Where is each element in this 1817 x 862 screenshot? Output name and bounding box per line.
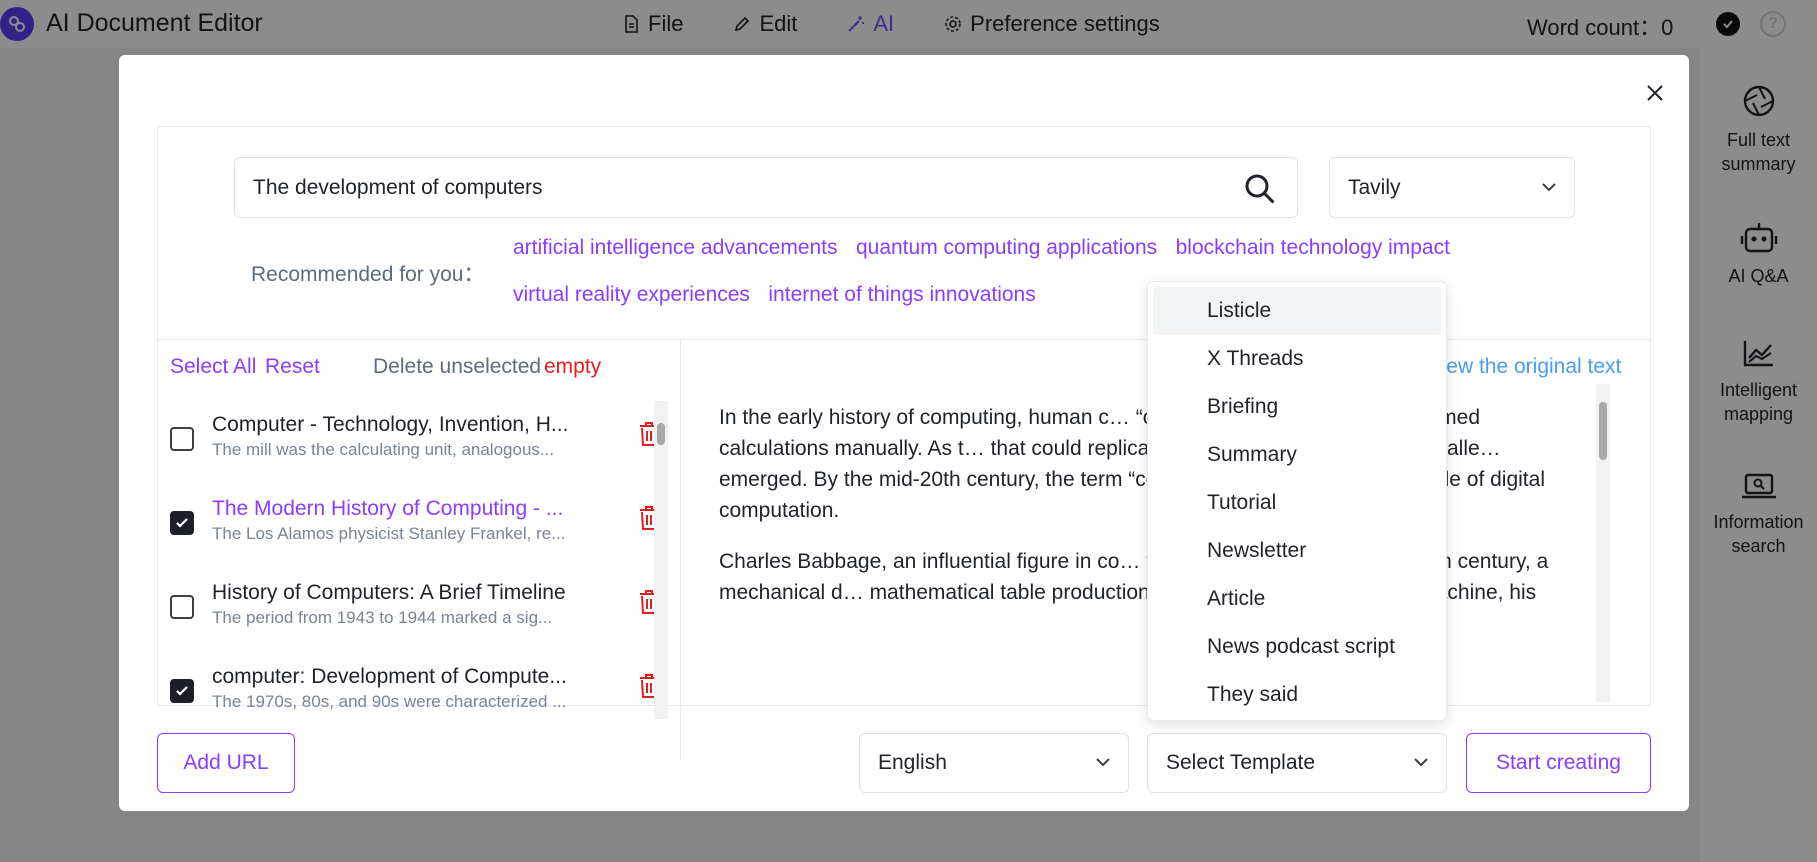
empty-button[interactable]: empty bbox=[544, 355, 601, 379]
delete-unselected-button[interactable]: Delete unselected bbox=[373, 355, 541, 379]
result-checkbox[interactable] bbox=[170, 595, 194, 619]
result-snippet: The 1970s, 80s, and 90s were characteriz… bbox=[212, 692, 567, 711]
language-select[interactable]: English bbox=[859, 733, 1129, 793]
list-actions: Select All Reset Delete unselected empty bbox=[170, 355, 670, 385]
search-input[interactable] bbox=[253, 175, 1233, 200]
template-select[interactable]: Select Template bbox=[1147, 733, 1447, 793]
list-item[interactable]: Computer - Technology, Invention, H... T… bbox=[170, 415, 660, 475]
search-engine-value: Tavily bbox=[1348, 175, 1401, 199]
result-title[interactable]: computer: Development of Compute... bbox=[212, 665, 602, 689]
chevron-down-icon bbox=[1096, 758, 1110, 767]
view-original-link[interactable]: View the original text bbox=[1428, 355, 1621, 379]
result-checkbox[interactable] bbox=[170, 679, 194, 703]
search-engine-select[interactable]: Tavily bbox=[1329, 157, 1575, 218]
result-snippet: The mill was the calculating unit, analo… bbox=[212, 440, 555, 459]
reset-button[interactable]: Reset bbox=[265, 355, 320, 379]
template-option[interactable]: Article bbox=[1153, 575, 1441, 623]
recommended-tag[interactable]: blockchain technology impact bbox=[1176, 233, 1450, 263]
template-option[interactable]: Listicle bbox=[1153, 287, 1441, 335]
search-box bbox=[234, 157, 1298, 218]
result-snippet: The Los Alamos physicist Stanley Frankel… bbox=[212, 524, 566, 543]
close-button[interactable] bbox=[1639, 77, 1671, 109]
result-title[interactable]: Computer - Technology, Invention, H... bbox=[212, 415, 602, 437]
close-icon bbox=[1647, 85, 1663, 101]
scrollbar-thumb[interactable] bbox=[657, 423, 665, 445]
list-item[interactable]: History of Computers: A Brief Timeline T… bbox=[170, 581, 660, 643]
result-checkbox[interactable] bbox=[170, 427, 194, 451]
recommended-tag[interactable]: internet of things innovations bbox=[768, 280, 1035, 310]
recommended-tag[interactable]: virtual reality experiences bbox=[513, 280, 750, 310]
recommended-tag[interactable]: artificial intelligence advancements bbox=[513, 233, 838, 263]
template-option[interactable]: They said bbox=[1153, 671, 1441, 719]
template-option[interactable]: X Threads bbox=[1153, 335, 1441, 383]
search-icon[interactable] bbox=[1243, 172, 1277, 206]
start-creating-button[interactable]: Start creating bbox=[1466, 733, 1651, 793]
result-checkbox[interactable] bbox=[170, 511, 194, 535]
recommended-tag[interactable]: quantum computing applications bbox=[856, 233, 1157, 263]
recommended-label: Recommended for you： bbox=[251, 263, 485, 286]
language-value: English bbox=[878, 751, 947, 774]
article-scrollbar[interactable] bbox=[1596, 384, 1610, 702]
template-value: Select Template bbox=[1166, 751, 1316, 774]
add-url-button[interactable]: Add URL bbox=[157, 733, 295, 793]
template-option[interactable]: News podcast script bbox=[1153, 623, 1441, 671]
divider bbox=[680, 340, 681, 760]
template-option[interactable]: Summary bbox=[1153, 431, 1441, 479]
template-dropdown: Listicle X Threads Briefing Summary Tuto… bbox=[1147, 281, 1447, 721]
chevron-down-icon bbox=[1414, 758, 1428, 767]
list-item[interactable]: The Modern History of Computing - ... Th… bbox=[170, 497, 660, 559]
result-title[interactable]: History of Computers: A Brief Timeline bbox=[212, 581, 602, 605]
list-scrollbar[interactable] bbox=[654, 401, 668, 719]
information-search-modal: Tavily Recommended for you： artificial i… bbox=[119, 55, 1689, 811]
template-option[interactable]: Briefing bbox=[1153, 383, 1441, 431]
results-list: Computer - Technology, Invention, H... T… bbox=[170, 415, 660, 715]
result-title[interactable]: The Modern History of Computing - ... bbox=[212, 497, 602, 521]
scrollbar-thumb[interactable] bbox=[1599, 402, 1607, 460]
template-option[interactable]: Tutorial bbox=[1153, 479, 1441, 527]
result-snippet: The period from 1943 to 1944 marked a si… bbox=[212, 608, 553, 627]
select-all-button[interactable]: Select All bbox=[170, 355, 256, 379]
chevron-down-icon bbox=[1542, 183, 1556, 192]
template-option[interactable]: Newsletter bbox=[1153, 527, 1441, 575]
list-item[interactable]: computer: Development of Compute... The … bbox=[170, 665, 660, 715]
